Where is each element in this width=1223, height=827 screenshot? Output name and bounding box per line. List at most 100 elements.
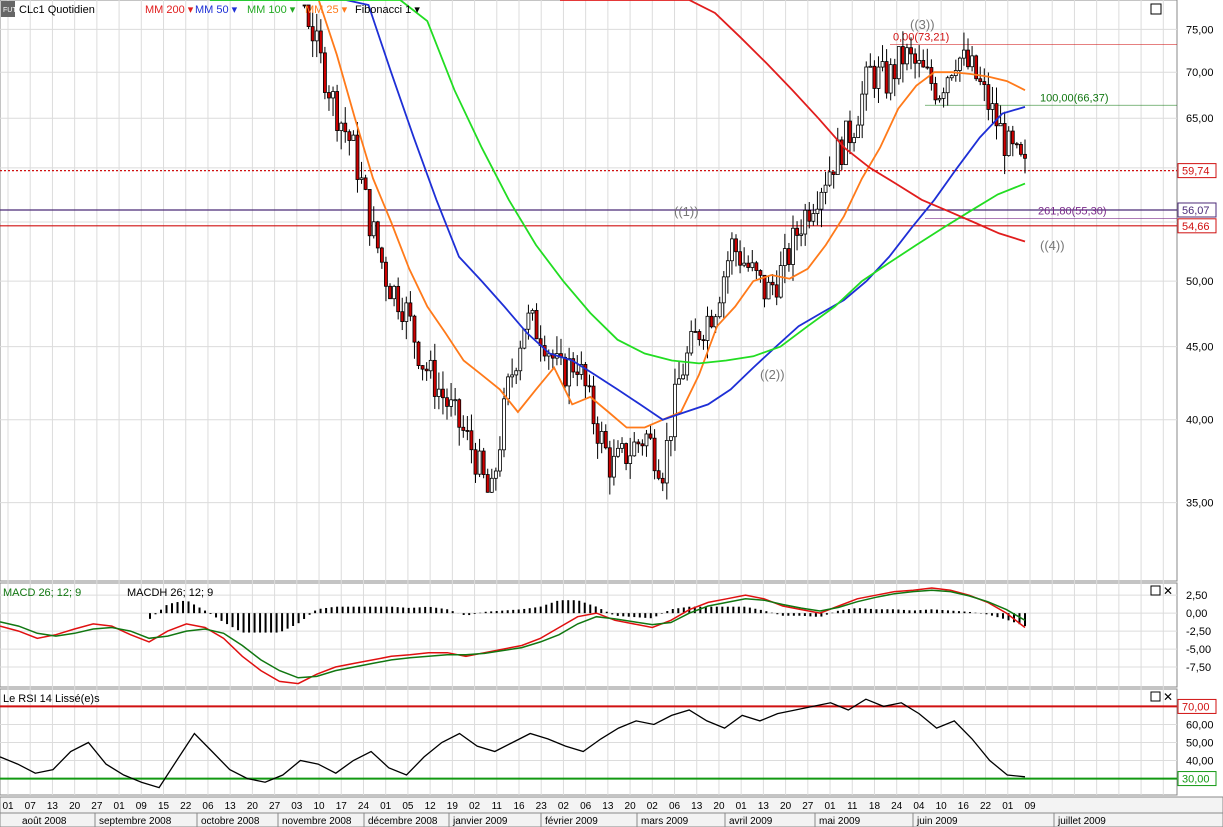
candle-body [949,75,954,79]
candle-body [563,356,567,387]
candle-body [770,281,775,286]
candle-body [457,399,462,428]
x-day-label: 02 [647,801,659,812]
candle-body [795,227,799,236]
x-day-label: 22 [980,801,992,812]
rsi-label[interactable]: Le RSI 14 Lissé(e)s [3,693,100,705]
candle-body [359,177,364,180]
candle-body [331,91,335,99]
candle-body [473,449,478,475]
x-day-label: 12 [425,801,437,812]
candle-body [762,274,767,300]
x-day-label: 20 [69,801,81,812]
x-day-label: 20 [625,801,637,812]
candle-body [872,65,877,89]
x-day-label: 05 [402,801,414,812]
candle-body [778,265,783,298]
x-day-label: 10 [313,801,325,812]
x-day-label: 11 [492,801,503,812]
candle-body [673,383,677,438]
candle-body [815,208,820,214]
indicator-mm200[interactable]: MM 200 ▾ [145,4,194,16]
candle-body [384,261,388,287]
x-day-label: 13 [691,801,703,812]
x-day-label: 02 [558,801,570,812]
candle-body [860,93,865,126]
fibonacci-label: 0,00(73,21) [893,31,949,43]
candle-body [396,285,401,313]
candle-body [807,209,812,222]
candle-body [925,66,930,69]
x-month-label: juillet 2009 [1057,816,1106,827]
macd-label[interactable]: MACD 26; 12; 9 [3,587,81,599]
candle-body [787,248,791,265]
instrument-label[interactable]: CLc1 Quotidien [19,4,95,16]
x-day-label: 01 [1002,801,1014,812]
x-day-label: 11 [847,801,858,812]
x-day-label: 01 [114,801,126,812]
candle-body [709,315,714,328]
candle-body [420,365,425,370]
price-panel [0,0,1178,582]
candle-body [970,55,974,68]
candle-body [962,49,966,59]
close-icon[interactable]: ✕ [1163,690,1173,704]
candle-body [607,447,612,478]
close-icon[interactable]: ✕ [1163,584,1173,598]
candle-body [343,122,348,133]
candle-body [664,440,669,484]
candle-body [868,65,873,68]
indicator-mm25[interactable]: MM 25 ▾ [305,4,348,16]
candle-body [1002,123,1007,157]
candle-body [428,359,433,372]
chart-window: 0,00(73,21) 100,00(66,37) 261,80(55,30) 35… [0,0,1223,827]
indicator-fibonacci[interactable]: Fibonacci 1 ▾ [355,4,420,16]
x-day-label: 06 [202,801,214,812]
x-day-label: 01 [824,801,836,812]
candle-body [1023,153,1027,159]
candle-body [831,171,836,175]
x-day-label: 10 [936,801,948,812]
candle-body [510,374,515,378]
candle-body [799,233,804,236]
candle-body [616,447,620,457]
x-day-label: 01 [2,801,14,812]
x-month-label: mars 2009 [641,816,689,827]
candle-body [677,378,681,385]
x-day-label: 20 [247,801,259,812]
candle-body [823,184,828,193]
rsi-tick-label: 60,00 [1186,719,1214,731]
candle-body [1019,144,1023,155]
candle-body [363,177,368,190]
macd-tick-label: -5,00 [1186,644,1211,656]
x-day-label: 04 [913,801,925,812]
candle-body [351,134,356,141]
x-day-label: 22 [180,801,192,812]
indicator-mm100[interactable]: MM 100 ▾ [247,4,296,16]
candle-body [477,450,482,475]
candle-body [314,30,319,42]
candle-body [896,46,901,80]
candle-body [835,139,840,175]
indicator-mm50[interactable]: MM 50 ▾ [195,4,238,16]
candle-body [567,358,572,387]
x-month-label: novembre 2008 [282,816,352,827]
macdh-label[interactable]: MACDH 26; 12; 9 [127,587,213,599]
fibonacci-label: 100,00(66,37) [1040,92,1109,104]
candle-body [506,376,510,400]
x-day-label: 27 [269,801,281,812]
y-axes: 35,0040,0045,0050,0055,0060,0065,0070,00… [1177,24,1217,787]
candle-body [489,477,494,493]
candle-body [388,285,392,300]
candle-body [599,431,604,444]
candle-body [656,470,661,479]
x-day-label: 09 [1024,801,1036,812]
candle-body [310,26,315,42]
candle-body [371,221,376,237]
wave-label-2: ((2)) [760,367,785,382]
candle-body [481,450,486,475]
candle-body [945,77,950,94]
candle-body [327,92,331,99]
price-tick-label: 50,00 [1186,276,1214,288]
candle-body [526,312,531,330]
